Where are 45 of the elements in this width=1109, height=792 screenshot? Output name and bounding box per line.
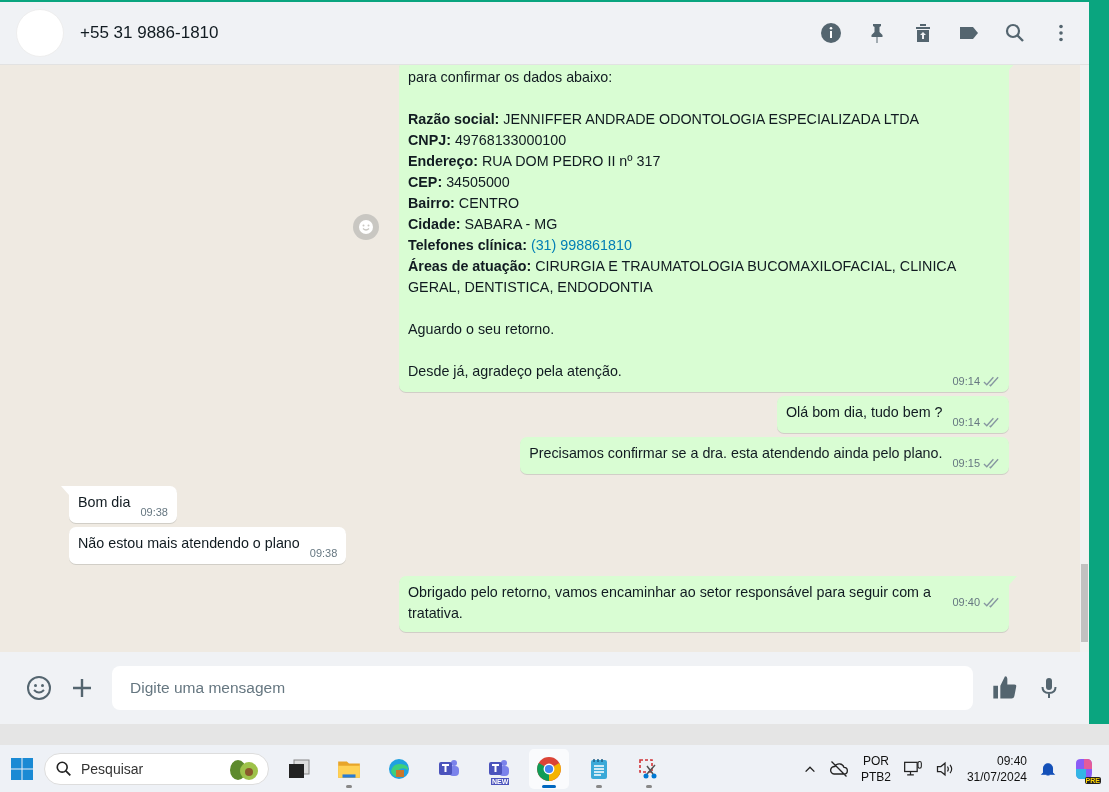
detail-line: Endereço: RUA DOM PEDRO II nº 317 bbox=[408, 152, 662, 171]
message-text: Desde já, agradeço pela atenção. bbox=[408, 363, 622, 379]
browser-icon bbox=[536, 755, 562, 782]
phone-link[interactable]: (31) 998861810 bbox=[530, 237, 632, 253]
cloud-off-icon[interactable] bbox=[828, 758, 849, 779]
scrollbar-thumb[interactable] bbox=[1081, 564, 1088, 642]
emoji-icon[interactable] bbox=[26, 675, 52, 701]
detail-line: Áreas de atuação: CIRURGIA E TRAUMATOLOGIA BUCOMAXILOFACIAL, CLINICA GERAL, DENTISTICA, ENDODONTIA bbox=[408, 257, 957, 297]
double-check-icon bbox=[983, 376, 1000, 387]
detail-line: Razão social: JENNIFFER ANDRADE ODONTOLOGIA ESPECIALIZADA LTDA bbox=[408, 110, 921, 129]
message-input[interactable]: Digite uma mensagem bbox=[112, 666, 973, 710]
search-placeholder: Pesquisar bbox=[81, 760, 145, 777]
detail-line: Telefones clínica: (31) 998861810 bbox=[408, 236, 633, 255]
message-text: para confirmar os dados abaixo: bbox=[408, 69, 613, 85]
message-time: 09:38 bbox=[140, 505, 168, 520]
message-text: Bom dia bbox=[78, 494, 131, 510]
message-time: 09:15 bbox=[952, 456, 980, 471]
info-icon[interactable] bbox=[819, 21, 843, 45]
message-time: 09:14 bbox=[952, 415, 980, 430]
detail-line: CEP: 34505000 bbox=[408, 173, 511, 192]
double-check-icon bbox=[983, 458, 1000, 469]
message-text: Precisamos confirmar se a dra. esta atendendo ainda pelo plano. bbox=[529, 445, 943, 461]
message-time: 09:40 bbox=[952, 595, 980, 610]
thumbs-up-icon[interactable] bbox=[991, 674, 1019, 702]
message-time: 09:14 bbox=[952, 374, 980, 389]
double-check-icon bbox=[983, 597, 1000, 608]
detail-line: CNPJ: 49768133000100 bbox=[408, 131, 568, 150]
plus-icon[interactable] bbox=[70, 676, 94, 700]
detail-line: Bairro: CENTRO bbox=[408, 194, 521, 213]
scrollbar[interactable] bbox=[1080, 65, 1089, 652]
double-check-icon bbox=[983, 417, 1000, 428]
clock[interactable]: 09:40 31/07/2024 bbox=[966, 752, 1027, 785]
search-icon bbox=[55, 759, 73, 778]
task-view-icon bbox=[287, 756, 311, 781]
taskbar-search-field[interactable]: Pesquisar bbox=[44, 752, 269, 785]
windows-start-icon[interactable] bbox=[10, 756, 34, 781]
detail-line: Cidade: SABARA - MG bbox=[408, 215, 559, 234]
browser-icon bbox=[387, 756, 411, 781]
contact-name[interactable]: +55 31 9886-1810 bbox=[80, 23, 803, 43]
message-text: Obrigado pelo retorno, vamos encaminhar ao setor responsável para seguir com a tratativa. bbox=[408, 584, 931, 621]
input-language[interactable]: POR PTB2 bbox=[860, 752, 891, 785]
message-text: Olá bom dia, tudo bem ? bbox=[785, 404, 943, 420]
message-text: Aguardo o seu retorno. bbox=[408, 321, 555, 337]
message-time: 09:38 bbox=[309, 546, 338, 561]
message-text: Não estou mais atendendo o plano bbox=[78, 535, 300, 551]
